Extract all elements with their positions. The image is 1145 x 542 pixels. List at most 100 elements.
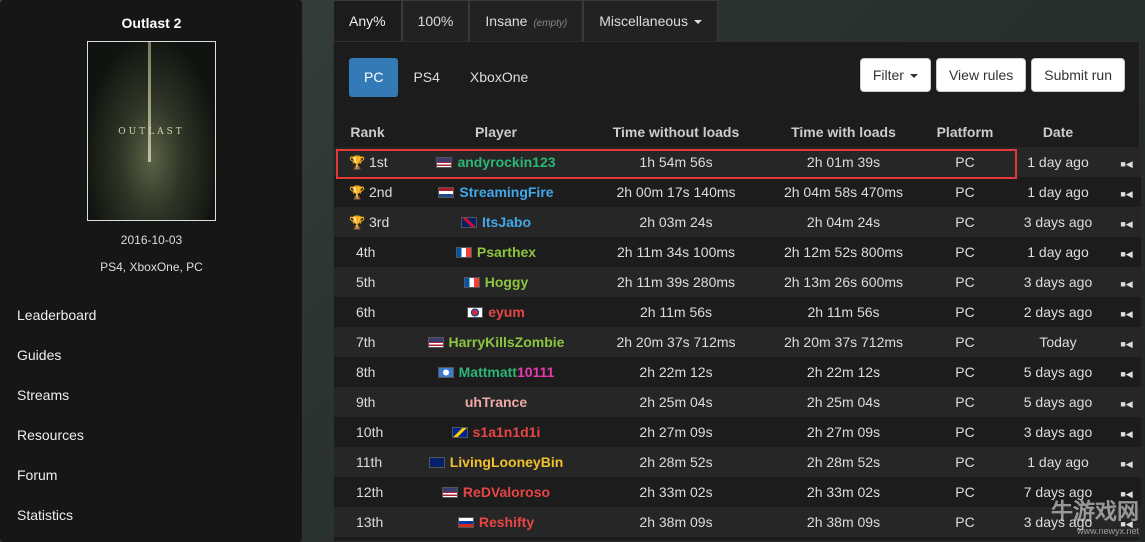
table-row[interactable]: 🏆 2nd StreamingFire 2h 00m 17s 140ms 2h 04m … bbox=[334, 177, 1141, 207]
video-camera-icon[interactable]: ■◀ bbox=[1120, 249, 1132, 259]
platform-tab-xboxone[interactable]: XboxOne bbox=[455, 58, 543, 97]
table-row[interactable]: 🏆10th s1a1n1d1i 2h 27m 09s 2h 27m 09s PC 3 da… bbox=[334, 417, 1141, 447]
player-link[interactable]: Reshifty bbox=[479, 514, 534, 530]
video-camera-icon[interactable]: ■◀ bbox=[1120, 309, 1132, 319]
video-camera-icon[interactable]: ■◀ bbox=[1120, 279, 1132, 289]
date-cell: 1 day ago bbox=[1027, 454, 1089, 470]
trophy-icon: 🏆 bbox=[349, 214, 366, 230]
flag-icon bbox=[428, 457, 445, 468]
video-camera-icon[interactable]: ■◀ bbox=[1120, 339, 1132, 349]
nav-resources[interactable]: Resources bbox=[17, 425, 96, 465]
time-without-loads-cell: 2h 33m 02s bbox=[639, 484, 713, 500]
player-link[interactable]: Mattmatt10111 bbox=[459, 364, 555, 380]
rank-cell: 🏆13th bbox=[334, 507, 401, 537]
empty-note: (empty) bbox=[533, 18, 568, 29]
player-link[interactable]: Psarthex bbox=[477, 244, 536, 260]
trophy-icon: 🏆 bbox=[349, 184, 366, 200]
caret-down-icon bbox=[693, 20, 702, 25]
action-buttons: Filter View rules Submit run bbox=[859, 58, 1125, 92]
time-without-loads-cell: 2h 20m 37s 712ms bbox=[616, 334, 736, 350]
time-without-loads-cell: 1h 54m 56s bbox=[639, 154, 713, 170]
player-link[interactable]: ReDValoroso bbox=[463, 484, 550, 500]
table-row[interactable]: 🏆5th Hoggy 2h 11m 39s 280ms 2h 13m 26s 600m… bbox=[334, 267, 1141, 297]
platform-cell: PC bbox=[955, 304, 975, 320]
col-time-without-loads[interactable]: Time without loads bbox=[591, 117, 761, 147]
tab-miscellaneous[interactable]: Miscellaneous bbox=[583, 0, 718, 41]
time-without-loads-cell: 2h 00m 17s 140ms bbox=[616, 184, 736, 200]
player-cell: uhTrance bbox=[401, 387, 591, 417]
rank-label: 9th bbox=[356, 394, 376, 410]
video-camera-icon[interactable]: ■◀ bbox=[1120, 369, 1132, 379]
date-cell: 3 days ago bbox=[1023, 274, 1093, 290]
time-with-loads-cell: 2h 12m 52s 800ms bbox=[783, 244, 904, 260]
nav-leaderboard[interactable]: Leaderboard bbox=[17, 305, 96, 345]
category-tabs: Any% 100% Insane (empty) Miscellaneous bbox=[333, 0, 718, 41]
date-cell: 3 days ago bbox=[1023, 214, 1093, 230]
rank-cell: 🏆 3rd bbox=[334, 207, 401, 237]
platform-tab-pc[interactable]: PC bbox=[349, 58, 399, 97]
table-row[interactable]: 🏆4th Psarthex 2h 11m 34s 100ms 2h 12m 52s 8… bbox=[334, 237, 1141, 267]
player-link[interactable]: eyum bbox=[488, 304, 525, 320]
flag-icon bbox=[455, 247, 472, 258]
time-with-loads-cell: 2h 22m 12s bbox=[806, 364, 881, 380]
game-title[interactable]: Outlast 2 bbox=[0, 15, 303, 31]
table-row[interactable]: 🏆11th LivingLooneyBin 2h 28m 52s 2h 28m 52s… bbox=[334, 447, 1141, 477]
platform-tab-ps4[interactable]: PS4 bbox=[398, 58, 454, 97]
table-row[interactable]: 🏆6th eyum 2h 11m 56s 2h 11m 56s PC 2 days ago… bbox=[334, 297, 1141, 327]
submit-run-button[interactable]: Submit run bbox=[1031, 58, 1125, 92]
table-row[interactable]: 🏆12thReDValoroso2h 33m 02s2h 33m 02sPC7 … bbox=[334, 477, 1141, 507]
leaderboard-panel: PC PS4 XboxOne Filter View rules Submit … bbox=[333, 41, 1141, 542]
col-player[interactable]: Player bbox=[401, 117, 591, 147]
player-cell: Hoggy bbox=[401, 267, 591, 297]
player-link[interactable]: uhTrance bbox=[465, 394, 527, 410]
table-row[interactable]: 🏆 3rd ItsJabo 2h 03m 24s 2h 04m 24s PC 3 days … bbox=[334, 207, 1141, 237]
nav-streams[interactable]: Streams bbox=[17, 385, 96, 425]
time-without-loads-cell: 2h 11m 34s 100ms bbox=[616, 244, 736, 260]
view-rules-button[interactable]: View rules bbox=[935, 58, 1027, 92]
video-camera-icon[interactable]: ■◀ bbox=[1120, 459, 1132, 469]
table-row[interactable]: 🏆9th uhTrance 2h 25m 04s 2h 25m 04s PC 5 days… bbox=[334, 387, 1141, 417]
watermark-url: www.newyx.net bbox=[1076, 526, 1139, 536]
rank-cell: 🏆8th bbox=[334, 357, 401, 387]
video-camera-icon[interactable]: ■◀ bbox=[1120, 159, 1132, 169]
video-camera-icon[interactable]: ■◀ bbox=[1120, 219, 1132, 229]
nav-statistics[interactable]: Statistics bbox=[17, 505, 96, 542]
player-link[interactable]: Hoggy bbox=[485, 274, 529, 290]
player-link[interactable]: andyrockin123 bbox=[457, 154, 555, 170]
platform-cell: PC bbox=[955, 184, 975, 200]
player-link[interactable]: ItsJabo bbox=[482, 214, 531, 230]
col-date[interactable]: Date bbox=[1004, 117, 1112, 147]
rank-cell: 🏆 2nd bbox=[334, 177, 401, 207]
flag-icon bbox=[460, 217, 477, 228]
video-camera-icon[interactable]: ■◀ bbox=[1120, 189, 1132, 199]
platform-cell: PC bbox=[955, 274, 975, 290]
time-without-loads-cell: 2h 27m 09s bbox=[639, 424, 713, 440]
table-row[interactable]: 🏆13thReshifty2h 38m 09s2h 38m 09sPC3 day… bbox=[334, 507, 1141, 537]
col-rank[interactable]: Rank bbox=[334, 117, 401, 147]
game-cover-image[interactable]: OUTLAST bbox=[87, 41, 216, 221]
tab-100-percent[interactable]: 100% bbox=[401, 0, 470, 41]
time-with-loads-cell: 2h 25m 04s bbox=[806, 394, 881, 410]
time-without-loads-cell: 2h 11m 39s 280ms bbox=[616, 274, 736, 290]
tab-label: 100% bbox=[417, 13, 454, 29]
player-link[interactable]: s1a1n1d1i bbox=[473, 424, 541, 440]
nav-forum[interactable]: Forum bbox=[17, 465, 96, 505]
player-link[interactable]: HarryKillsZombie bbox=[449, 334, 565, 350]
video-camera-icon[interactable]: ■◀ bbox=[1120, 429, 1132, 439]
table-row[interactable]: 🏆 1st andyrockin123 1h 54m 56s 2h 01m 39s PC 1… bbox=[334, 147, 1141, 177]
player-cell: Mattmatt10111 bbox=[401, 357, 591, 387]
table-row[interactable]: 🏆8th Mattmatt10111 2h 22m 12s 2h 22m 12s PC 5… bbox=[334, 357, 1141, 387]
col-platform[interactable]: Platform bbox=[926, 117, 1004, 147]
table-row[interactable]: 🏆7th HarryKillsZombie 2h 20m 37s 712ms 2h 2… bbox=[334, 327, 1141, 357]
player-cell: Psarthex bbox=[401, 237, 591, 267]
video-camera-icon[interactable]: ■◀ bbox=[1120, 399, 1132, 409]
time-without-loads-cell: 2h 11m 56s bbox=[639, 304, 713, 320]
nav-guides[interactable]: Guides bbox=[17, 345, 96, 385]
filter-button[interactable]: Filter bbox=[859, 58, 931, 92]
rank-cell: 🏆5th bbox=[334, 267, 401, 297]
player-link[interactable]: LivingLooneyBin bbox=[450, 454, 564, 470]
tab-insane[interactable]: Insane (empty) bbox=[469, 0, 584, 41]
tab-any-percent[interactable]: Any% bbox=[333, 0, 402, 41]
player-link[interactable]: StreamingFire bbox=[459, 184, 553, 200]
col-time-with-loads[interactable]: Time with loads bbox=[761, 117, 926, 147]
